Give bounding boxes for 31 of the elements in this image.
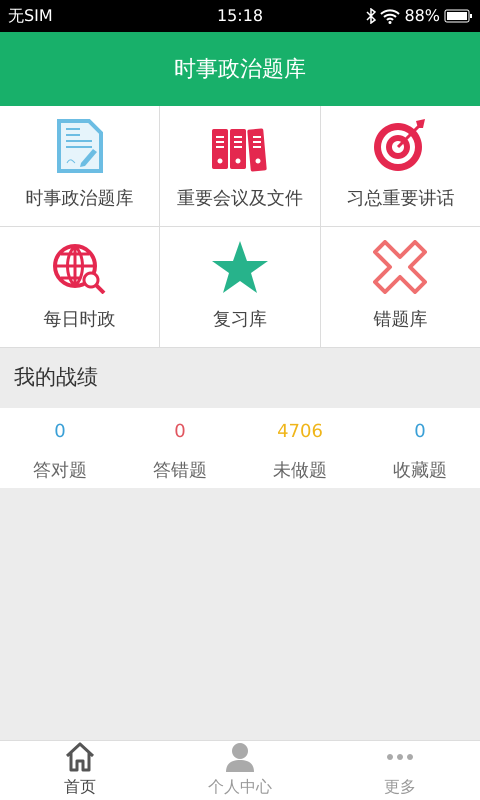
cross-icon <box>373 240 428 294</box>
stat-value: 0 <box>414 420 426 444</box>
stat-label: 未做题 <box>273 459 327 483</box>
stat-value: 0 <box>54 420 66 444</box>
menu-tile[interactable]: 错题库 <box>320 227 480 347</box>
header-title: 时事政治题库 <box>174 56 306 84</box>
stat-label: 答错题 <box>153 459 207 483</box>
menu-tile[interactable]: 时事政治题库 <box>0 106 160 226</box>
stat-value: 0 <box>174 420 186 444</box>
home-icon <box>64 742 96 772</box>
binders-icon <box>212 127 268 173</box>
battery-text: 88% <box>404 5 440 27</box>
tab[interactable]: 首页 <box>0 741 160 800</box>
stat-label: 答对题 <box>33 459 87 483</box>
menu-tile[interactable]: 重要会议及文件 <box>160 106 320 226</box>
globe-search-icon <box>52 244 107 294</box>
menu-tile[interactable]: 习总重要讲话 <box>320 106 480 226</box>
star-icon <box>212 240 268 294</box>
wifi-icon <box>380 8 400 24</box>
clock-text: 15:18 <box>216 5 264 27</box>
person-icon <box>225 742 255 772</box>
bluetooth-icon <box>366 8 376 24</box>
menu-tile[interactable]: 每日时政 <box>0 227 160 347</box>
more-icon <box>386 753 414 761</box>
carrier-text: 无SIM <box>8 5 53 27</box>
menu-tile[interactable]: 复习库 <box>160 227 320 347</box>
stat-label: 收藏题 <box>393 459 447 483</box>
battery-icon <box>444 8 472 24</box>
stat-value: 4706 <box>277 420 323 444</box>
document-icon <box>56 119 103 173</box>
section-title: 我的战绩 <box>14 364 98 392</box>
